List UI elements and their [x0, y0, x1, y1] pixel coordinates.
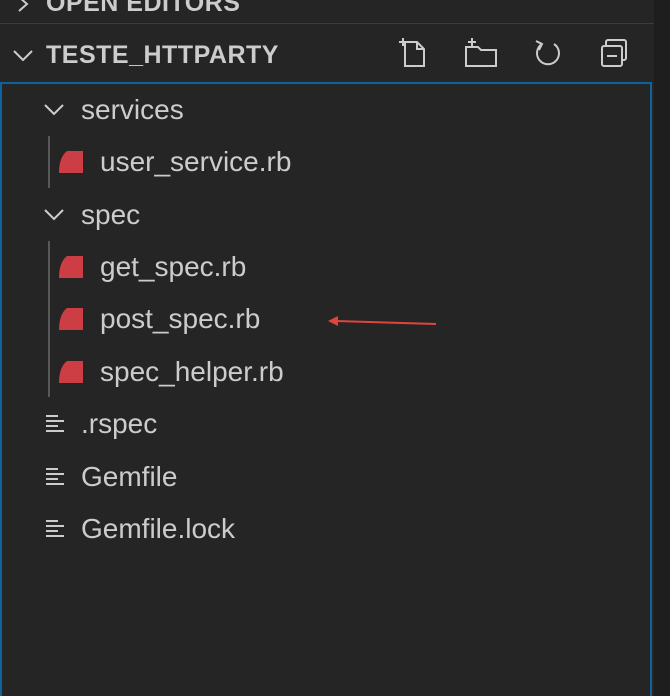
file-label: .rspec — [81, 408, 158, 439]
header-actions — [380, 28, 648, 82]
tree-file-rspec[interactable]: .rspec — [2, 398, 650, 450]
ruby-file-icon — [57, 149, 85, 175]
ruby-file-icon — [57, 359, 85, 385]
text-file-icon — [44, 517, 68, 541]
refresh-icon — [530, 35, 566, 76]
new-file-button[interactable] — [380, 28, 447, 82]
chevron-down-icon — [0, 28, 46, 82]
tree-file-spec-helper[interactable]: spec_helper.rb — [2, 346, 650, 398]
file-label: user_service.rb — [100, 146, 292, 177]
new-folder-icon — [462, 35, 500, 76]
ruby-file-icon — [57, 306, 85, 332]
editor-gutter — [654, 0, 670, 696]
project-title: TESTE_HTTPARTY — [46, 40, 279, 69]
tree-folder-services[interactable]: services — [2, 84, 650, 136]
chevron-right-icon — [0, 0, 46, 23]
file-label: get_spec.rb — [100, 251, 247, 282]
tree-file-get-spec[interactable]: get_spec.rb — [2, 241, 650, 293]
file-label: spec_helper.rb — [100, 356, 284, 387]
chevron-down-icon — [40, 96, 68, 124]
explorer-panel: OPEN EDITORS TESTE_HTTPARTY services use… — [0, 0, 654, 696]
file-label: post_spec.rb — [100, 303, 261, 334]
chevron-down-icon — [40, 201, 68, 229]
text-file-icon — [44, 412, 68, 436]
tree-file-gemfile[interactable]: Gemfile — [2, 451, 650, 503]
open-editors-title: OPEN EDITORS — [46, 0, 241, 17]
file-label: Gemfile.lock — [81, 513, 236, 544]
folder-label: services — [81, 94, 184, 125]
text-file-icon — [44, 465, 68, 489]
open-editors-header[interactable]: OPEN EDITORS — [0, 0, 654, 24]
project-header[interactable]: TESTE_HTTPARTY — [0, 28, 654, 82]
file-tree: services user_service.rb spec get_spec.r… — [0, 82, 652, 696]
folder-label: spec — [81, 199, 141, 230]
file-label: Gemfile — [81, 461, 178, 492]
new-file-icon — [396, 35, 432, 76]
tree-folder-spec[interactable]: spec — [2, 189, 650, 241]
tree-file-gemfile-lock[interactable]: Gemfile.lock — [2, 503, 650, 555]
new-folder-button[interactable] — [447, 28, 514, 82]
collapse-all-button[interactable] — [581, 28, 648, 82]
ruby-file-icon — [57, 254, 85, 280]
annotation-arrow-icon — [328, 316, 437, 326]
collapse-all-icon — [597, 35, 633, 76]
refresh-button[interactable] — [514, 28, 581, 82]
tree-file-user-service[interactable]: user_service.rb — [2, 136, 650, 188]
